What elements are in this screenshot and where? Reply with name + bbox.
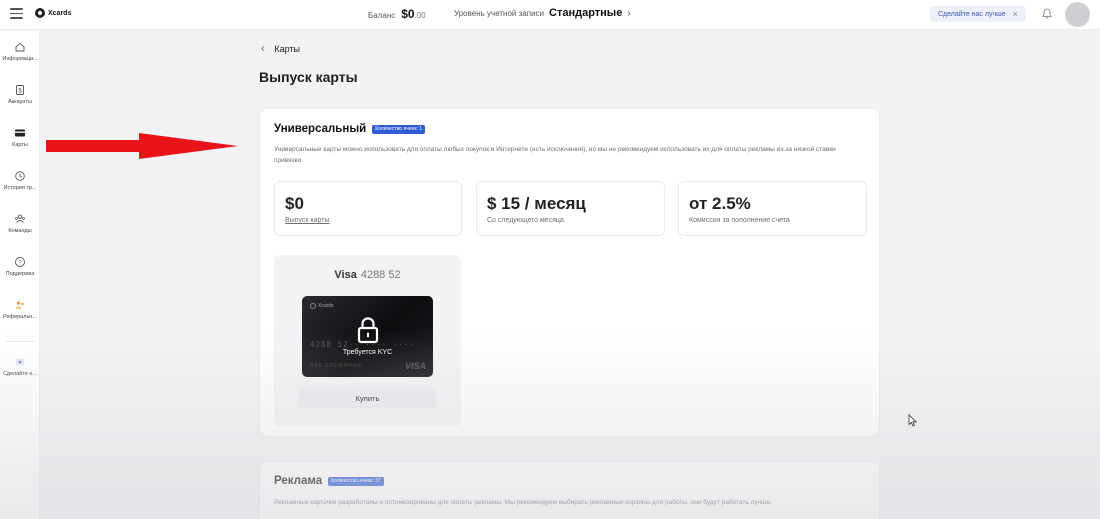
back-link[interactable]: Карты [274, 44, 300, 54]
sidebar-item-support[interactable]: ? Поддержка [0, 256, 40, 277]
logo-text: Xcards [48, 9, 72, 17]
universal-card-panel: Универсальный Количество ячеек: 1 Универ… [259, 108, 880, 437]
account-tier[interactable]: Уровень учетной записи Стандартные › [454, 7, 631, 19]
help-icon: ? [15, 257, 25, 267]
bell-icon[interactable] [1042, 8, 1052, 19]
mouse-cursor-icon [908, 414, 917, 427]
logo[interactable]: Xcards [35, 8, 71, 18]
stat-value: от 2.5% [689, 194, 751, 213]
card-holder: РИК ЕРЕМЯННЫ [310, 363, 363, 369]
card-product[interactable]: Visa 4288 52 Xcards 4288 52·· ···· ···· Р… [274, 255, 461, 426]
svg-text:$: $ [18, 89, 22, 95]
buy-button[interactable]: Купить [299, 389, 436, 409]
card-icon [15, 129, 25, 137]
svg-text:?: ? [18, 260, 22, 266]
sidebar-item-label: Поддержка [5, 271, 35, 277]
lock-icon [357, 317, 379, 344]
stat-monthly-fee: $ 15 / месяц Со следующего месяца [476, 181, 665, 236]
sidebar-divider [6, 341, 34, 342]
logo-icon [310, 303, 316, 309]
chevron-left-icon[interactable]: ‹ [261, 43, 264, 54]
panel-title: Универсальный [274, 123, 367, 135]
team-icon [15, 214, 25, 223]
close-icon[interactable]: × [1013, 9, 1018, 19]
sidebar-item-teams[interactable]: Команды [0, 213, 40, 234]
sidebar-item-feedback[interactable]: Сделайте н... [0, 356, 40, 377]
feedback-text[interactable]: Сделайте нас лучше [938, 11, 1006, 18]
home-icon [15, 42, 25, 52]
stat-caption: Комиссия за пополнение счета [689, 217, 790, 224]
slots-badge: Количество ячеек: 1 [372, 124, 426, 134]
sidebar-item-accounts[interactable]: $ Аккаунты [0, 84, 40, 105]
sidebar-item-history[interactable]: История тр... [0, 170, 40, 191]
balance-value: $0.00 [401, 7, 426, 21]
red-arrow-annotation [46, 133, 238, 159]
panel-header: Реклама Количество ячеек: 37 [274, 475, 384, 487]
panel-description: Рекламные карточки разработаны и оптимиз… [274, 499, 772, 506]
card-brand: Xcards [310, 303, 334, 309]
sidebar-item-label: Реферальн... [3, 314, 37, 320]
referral-icon [15, 301, 24, 309]
history-icon [15, 171, 25, 181]
feedback-icon [16, 358, 24, 366]
balance: Баланс $0.00 [368, 7, 426, 21]
visa-logo: VISA [404, 361, 426, 371]
chevron-right-icon: › [627, 8, 631, 19]
sidebar-item-cards[interactable]: Карты [0, 127, 40, 148]
stat-issue-fee: $0 Выпуск карты [274, 181, 462, 236]
sidebar-item-label: Информаци... [2, 56, 38, 62]
sidebar-item-label: Команды [8, 228, 32, 234]
balance-label: Баланс [368, 11, 396, 20]
kyc-required-label: Требуется KYC [342, 349, 393, 356]
sidebar-item-label: Аккаунты [8, 99, 32, 105]
breadcrumb[interactable]: ‹ Карты [261, 43, 300, 54]
menu-icon[interactable] [10, 8, 23, 19]
stat-topup-fee: от 2.5% Комиссия за пополнение счета [678, 181, 867, 236]
stat-value: $ 15 / месяц [487, 194, 586, 213]
dollar-doc-icon: $ [16, 85, 24, 95]
sidebar-item-info[interactable]: Информаци... [0, 41, 40, 62]
stat-value: $0 [285, 194, 304, 213]
stat-caption: Со следующего месяца [487, 217, 564, 224]
sidebar-item-referral[interactable]: Реферальн... [0, 299, 40, 320]
panel-title: Реклама [274, 475, 323, 487]
card-product-name: Visa 4288 52 [334, 269, 401, 281]
tier-label: Уровень учетной записи [454, 9, 544, 18]
panel-description: Универсальные карты можно использовать д… [274, 146, 836, 164]
avatar[interactable] [1065, 2, 1090, 27]
stat-caption[interactable]: Выпуск карты [285, 217, 330, 224]
sidebar-item-label: История тр... [3, 185, 37, 191]
sidebar-item-label: Сделайте н... [2, 371, 38, 377]
feedback-banner[interactable]: Сделайте нас лучше × [930, 6, 1026, 22]
panel-header: Универсальный Количество ячеек: 1 [274, 123, 426, 135]
tier-value: Стандартные [549, 7, 623, 19]
sidebar-item-label: Карты [12, 142, 28, 148]
logo-icon [35, 8, 45, 18]
top-bar: Xcards Баланс $0.00 Уровень учетной запи… [0, 0, 1100, 30]
sidebar: Информаци... $ Аккаунты Карты История тр… [0, 31, 40, 519]
slots-badge: Количество ячеек: 37 [328, 476, 384, 486]
ads-card-panel: Реклама Количество ячеек: 37 Рекламные к… [259, 461, 880, 519]
card-preview: Xcards 4288 52·· ···· ···· РИК ЕРЕМЯННЫ … [302, 296, 433, 377]
page-title: Выпуск карты [259, 69, 358, 85]
